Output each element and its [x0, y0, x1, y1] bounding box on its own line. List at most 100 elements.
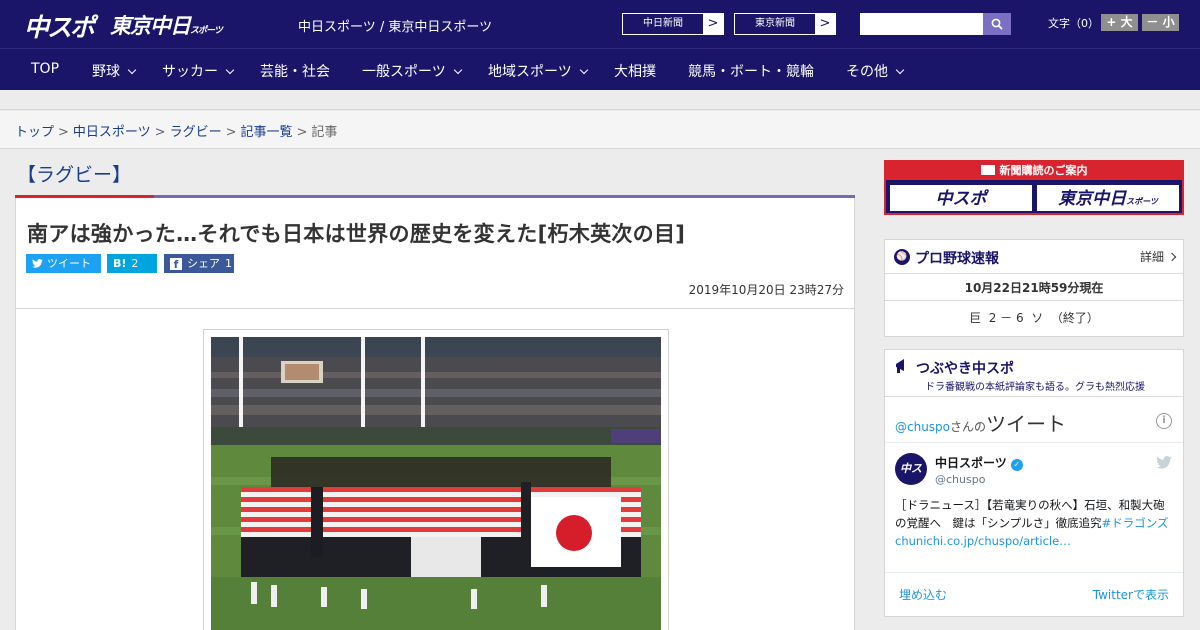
- chuspo-subscribe-logo[interactable]: 中スポ: [889, 184, 1033, 212]
- nav-label: サッカー: [162, 64, 218, 80]
- baseball-timestamp: 10月22日21時59分現在: [885, 275, 1183, 301]
- info-icon[interactable]: i: [1156, 413, 1172, 429]
- nav-item-top[interactable]: TOP: [31, 61, 59, 77]
- breadcrumb-separator: >: [154, 125, 166, 140]
- team-celebration-photo: [211, 337, 661, 630]
- breadcrumb: トップ > 中日スポーツ > ラグビー > 記事一覧 > 記事: [0, 111, 1200, 149]
- megaphone-icon: [894, 357, 910, 375]
- article-photo-frame: [203, 329, 669, 630]
- font-smaller-button[interactable]: － 小: [1142, 14, 1179, 31]
- facebook-icon: f: [170, 258, 182, 271]
- nav-item-baseball[interactable]: 野球: [92, 61, 137, 81]
- widget-divider: [885, 396, 1183, 397]
- nav-label: 野球: [92, 64, 120, 80]
- tokyo-shimbun-label: 東京新聞: [755, 18, 795, 29]
- tweet-body: ［ドラニュース］【若竜実りの秋へ】石垣、和製大砲の覚醒へ 鍵は「シンプルさ」徹底…: [895, 496, 1175, 550]
- facebook-count: 1: [225, 257, 232, 270]
- tweet-user-name[interactable]: 中日スポーツ ✓: [935, 454, 1023, 471]
- nav-item-general-sports[interactable]: 一般スポーツ: [362, 61, 462, 81]
- tokyo-subscribe-logo-text: 東京中日: [1058, 189, 1127, 209]
- tokyo-shimbun-link[interactable]: 東京新聞 >: [734, 13, 836, 35]
- detail-label: 詳細: [1139, 250, 1164, 264]
- baseball-icon: ⚾: [894, 249, 910, 265]
- subscription-heading: 新聞購読のご案内: [886, 162, 1182, 180]
- site-name: 中日スポーツ / 東京中日スポーツ: [298, 20, 493, 35]
- baseball-detail-link[interactable]: 詳細: [1139, 248, 1177, 265]
- nav-item-local-sports[interactable]: 地域スポーツ: [488, 61, 588, 81]
- newspaper-icon: [980, 165, 995, 175]
- baseball-widget-title: プロ野球速報: [915, 251, 999, 267]
- hatena-count: 2: [131, 257, 139, 270]
- view-on-twitter-link[interactable]: Twitterで表示: [1093, 586, 1169, 603]
- twitter-timeline-header: @chuspoさんのツイート: [895, 408, 1066, 437]
- chevron-right-icon: >: [703, 14, 723, 34]
- chevron-down-icon: [127, 65, 137, 75]
- nav-label: 芸能・社会: [260, 64, 330, 80]
- article-category: 【ラグビー】: [17, 164, 132, 186]
- chunichi-shimbun-link[interactable]: 中日新聞 >: [622, 13, 724, 35]
- top-bar: 中スポ 東京中日スポーツ 中日スポーツ / 東京中日スポーツ 中日新聞 > 東京…: [0, 0, 1200, 48]
- nav-item-racing[interactable]: 競馬・ボート・競輪: [688, 61, 814, 81]
- tokyo-chunichi-logo[interactable]: 東京中日スポーツ: [110, 10, 223, 40]
- subscription-heading-text: 新聞購読のご案内: [999, 164, 1088, 177]
- article-title: 南アは強かった…それでも日本は世界の歴史を変えた[朽木英次の目]: [27, 222, 686, 246]
- nav-label: TOP: [31, 61, 60, 77]
- breadcrumb-link-article-list[interactable]: 記事一覧: [241, 125, 293, 140]
- nav-item-soccer[interactable]: サッカー: [162, 61, 235, 81]
- article-container: 南アは強かった…それでも日本は世界の歴史を変えた[朽木英次の目] ツイート B!…: [15, 198, 855, 630]
- article-photo[interactable]: [211, 337, 661, 630]
- search-button[interactable]: [983, 13, 1011, 35]
- facebook-share-button[interactable]: f シェア 1: [164, 254, 234, 273]
- nav-label: 地域スポーツ: [488, 64, 572, 80]
- nav-spacer: [0, 90, 1200, 110]
- breadcrumb-link-rugby[interactable]: ラグビー: [170, 125, 222, 140]
- font-size-label: 文字（0）: [1048, 17, 1099, 30]
- tokyo-logo-text: 東京中日: [110, 14, 191, 38]
- facebook-share-label: シェア: [187, 257, 220, 270]
- tweet-label: ツイート: [47, 257, 91, 270]
- twitter-timeline-title: ツイート: [986, 412, 1067, 436]
- breadcrumb-separator: >: [296, 125, 308, 140]
- baseball-score-widget: ⚾ プロ野球速報 詳細 10月22日21時59分現在 巨 2 － 6 ソ （終了…: [884, 239, 1184, 337]
- nav-label: 一般スポーツ: [362, 64, 446, 80]
- embed-link[interactable]: 埋め込む: [899, 586, 947, 603]
- breadcrumb-link-chunichi-sports[interactable]: 中日スポーツ: [73, 125, 151, 140]
- chevron-down-icon: [225, 65, 235, 75]
- chuspo-logo[interactable]: 中スポ: [24, 8, 95, 44]
- twitter-widget: つぶやき中スポ ドラ番観戦の本紙評論家も語る。グラも熱烈応援 @chuspoさん…: [884, 349, 1184, 617]
- twitter-handle-link[interactable]: @chuspo: [895, 420, 950, 434]
- twitter-bird-icon[interactable]: [1156, 454, 1172, 473]
- breadcrumb-link-top[interactable]: トップ: [15, 125, 54, 140]
- article-date: 2019年10月20日 23時27分: [688, 283, 844, 297]
- baseball-score-row[interactable]: 巨 2 － 6 ソ （終了）: [885, 304, 1183, 332]
- tokyo-subscribe-logo-sub: スポーツ: [1126, 197, 1158, 206]
- font-larger-button[interactable]: + 大: [1101, 14, 1138, 31]
- nav-label: 競馬・ボート・競輪: [688, 64, 814, 80]
- nav-label: その他: [846, 64, 888, 80]
- avatar[interactable]: 中スポ: [895, 453, 927, 507]
- chevron-right-icon: >: [815, 14, 835, 34]
- subscription-banner[interactable]: 新聞購読のご案内 中スポ 東京中日スポーツ: [884, 160, 1184, 215]
- tweet-user-handle[interactable]: @chuspo: [935, 473, 985, 486]
- verified-badge-icon: ✓: [1010, 459, 1023, 471]
- timeline-divider: [885, 442, 1183, 443]
- twitter-bird-icon: [32, 259, 43, 268]
- hatena-icon: B!: [113, 257, 127, 270]
- breadcrumb-separator: >: [58, 125, 69, 140]
- chunichi-shimbun-label: 中日新聞: [643, 18, 683, 29]
- search-icon: [991, 18, 1003, 30]
- baseball-widget-header: ⚾ プロ野球速報 詳細: [885, 240, 1183, 274]
- nav-item-sumo[interactable]: 大相撲: [614, 61, 656, 81]
- tweet-button[interactable]: ツイート: [26, 254, 101, 273]
- nav-item-entertainment[interactable]: 芸能・社会: [260, 61, 330, 81]
- chevron-down-icon: [895, 65, 905, 75]
- tokyo-subscribe-logo[interactable]: 東京中日スポーツ: [1036, 184, 1180, 212]
- hatena-bookmark-button[interactable]: B! 2: [107, 254, 157, 273]
- breadcrumb-separator: >: [225, 125, 237, 140]
- chevron-down-icon: [579, 65, 588, 75]
- twitter-widget-subtitle: ドラ番観戦の本紙評論家も語る。グラも熱烈応援: [925, 382, 1145, 393]
- search-input[interactable]: [860, 13, 983, 35]
- tokyo-logo-sub: スポーツ: [190, 26, 223, 36]
- nav-item-other[interactable]: その他: [846, 61, 905, 81]
- chevron-right-icon: [1167, 252, 1177, 262]
